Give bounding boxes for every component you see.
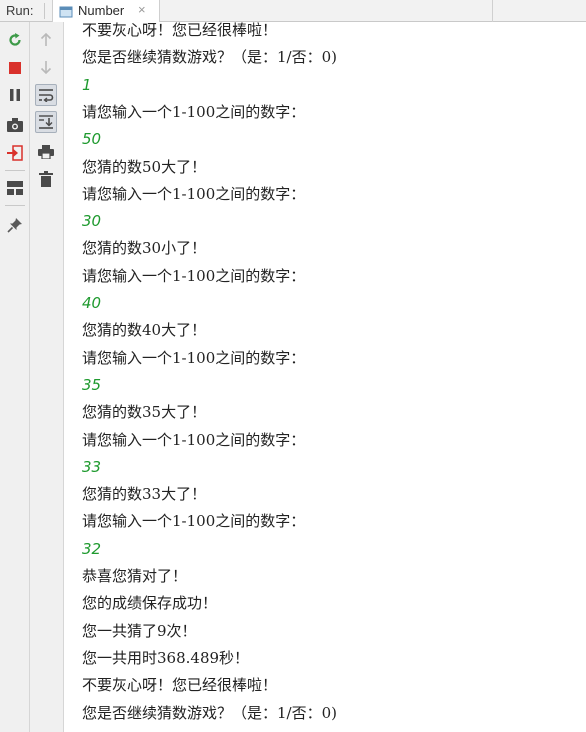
console-output-line: 您猜的数30小了！	[82, 239, 207, 258]
console-output-line: 不要灰心呀！您已经很棒啦！	[82, 676, 278, 695]
console-output-line: 不要灰心呀！您已经很棒啦！	[82, 22, 278, 39]
trash-icon[interactable]	[35, 168, 57, 190]
login-icon[interactable]	[4, 142, 26, 164]
toolbar-divider	[5, 205, 25, 206]
console-output-line: 您是否继续猜数游戏？（是：1/否：0)	[82, 48, 337, 67]
header-divider	[44, 3, 45, 19]
run-toolbar-primary	[0, 22, 30, 732]
console-output-line: 您猜的数33大了！	[82, 485, 207, 504]
soft-wrap-icon[interactable]	[35, 84, 57, 106]
pin-icon[interactable]	[4, 214, 26, 236]
console-output-line: 您一共猜了9次！	[82, 621, 197, 640]
console-input-line: 33	[82, 457, 102, 476]
console-input-line: 40	[82, 294, 102, 312]
close-icon[interactable]: ×	[138, 2, 146, 17]
toolbar-divider	[5, 170, 25, 171]
console-output-line: 您猜的数50大了！	[82, 157, 207, 176]
run-config-icon	[59, 4, 73, 18]
console-output-line: 您是否继续猜数游戏？（是：1/否：0)	[82, 703, 337, 722]
down-arrow-icon[interactable]	[35, 56, 57, 78]
tab-number[interactable]: Number ×	[52, 0, 160, 22]
console-output-line: 请您输入一个1-100之间的数字：	[82, 512, 306, 531]
console-input-line: 50	[82, 130, 102, 149]
console-output-line: 恭喜您猜对了！	[82, 567, 188, 585]
up-arrow-icon[interactable]	[35, 29, 57, 51]
console-output-line: 请您输入一个1-100之间的数字：	[82, 430, 306, 449]
console-output-line: 您猜的数35大了！	[82, 403, 207, 422]
camera-icon[interactable]	[4, 114, 26, 136]
pause-icon[interactable]	[4, 84, 26, 106]
console-input-line: 1	[82, 75, 92, 94]
console-input-line: 30	[82, 212, 102, 231]
console-input-line: 35	[82, 375, 102, 394]
rerun-icon[interactable]	[4, 29, 26, 51]
run-toolbar-secondary	[30, 22, 64, 732]
console-output-line: 请您输入一个1-100之间的数字：	[82, 348, 306, 367]
scroll-to-end-icon[interactable]	[35, 111, 57, 133]
console-output-line: 请您输入一个1-100之间的数字：	[82, 184, 306, 203]
stop-icon[interactable]	[4, 57, 26, 79]
console-output-line: 您一共用时368.489秒！	[82, 648, 250, 667]
tab-label: Number	[78, 3, 125, 18]
console-output-line: 您猜的数40大了！	[82, 321, 207, 340]
console-output-line: 您的成绩保存成功！	[82, 594, 218, 613]
layout-icon[interactable]	[4, 177, 26, 199]
console-input-line: 32	[82, 539, 102, 558]
print-icon[interactable]	[35, 141, 57, 163]
console-output-line: 请您输入一个1-100之间的数字：	[82, 102, 306, 121]
header-divider-right	[492, 0, 493, 22]
console-output-line: 请您输入一个1-100之间的数字：	[82, 266, 306, 285]
console-output[interactable]: 不要灰心呀！您已经很棒啦！ 您是否继续猜数游戏？（是：1/否：0) 1 请您输入一个1…	[64, 22, 586, 732]
run-tool-window-header: Run: Number ×	[0, 0, 586, 22]
run-label: Run:	[6, 3, 34, 18]
